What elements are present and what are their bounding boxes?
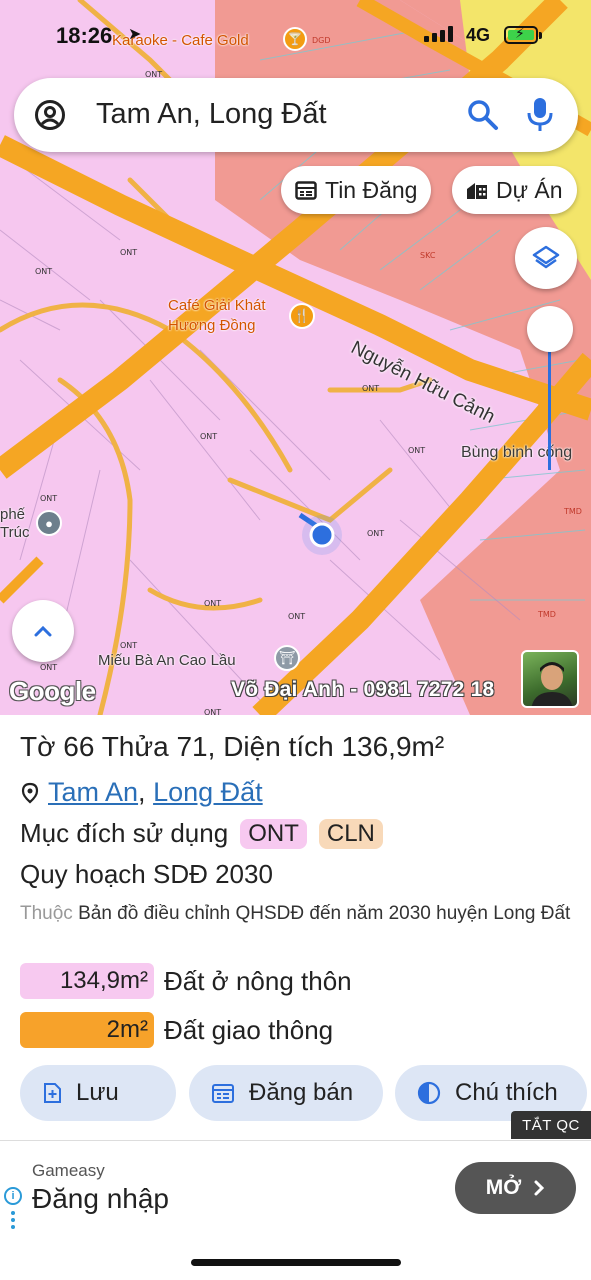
opacity-slider-handle[interactable] — [527, 306, 573, 352]
purpose-tag-ont[interactable]: ONT — [240, 818, 307, 849]
zone-code-ont: ONT — [40, 494, 58, 503]
zone-code-ont: ONT — [362, 384, 380, 393]
microphone-icon[interactable] — [525, 96, 555, 134]
area-label: Diện tích — [223, 731, 334, 762]
area-row-residential: 134,9m² Đất ở nông thôn — [20, 963, 352, 999]
avatar-image — [531, 662, 573, 706]
close-ad-button[interactable]: TẮT QC — [511, 1111, 591, 1139]
zone-code-ont: ONT — [40, 663, 58, 672]
avatar[interactable] — [521, 650, 579, 708]
status-bar: 18:26 ➤ 4G ⚡ — [0, 18, 591, 54]
ward-link[interactable]: Tam An — [48, 777, 138, 807]
post-sale-button-label: Đăng bán — [249, 1079, 354, 1106]
temple-icon[interactable]: ⛩ — [274, 645, 300, 671]
poi-cafe-line2[interactable]: Hương Đồng — [168, 317, 255, 335]
map-view[interactable]: ONT ONT ONT ONT ONT ONT ONT ONT ONT ONT … — [0, 0, 591, 715]
location-arrow-icon: ➤ — [128, 26, 142, 43]
ad-title: Đăng nhập — [32, 1183, 170, 1214]
area-label-residential: Đất ở nông thôn — [164, 965, 352, 996]
location-row: Tam An, Long Đất — [20, 777, 263, 808]
area-value-traffic: 2m² — [20, 1012, 154, 1048]
zone-code-tmd: TMD — [564, 507, 582, 516]
lot-label: Thửa — [101, 731, 169, 762]
poi-side-line1[interactable]: phế — [0, 506, 25, 524]
search-icon[interactable] — [466, 98, 500, 132]
chip-listings-label: Tin Đăng — [325, 176, 418, 203]
zone-code-skc: SKC — [420, 251, 436, 260]
location-pin-icon — [21, 782, 39, 803]
zone-code-ont: ONT — [120, 248, 138, 257]
chip-listings[interactable]: Tin Đăng — [281, 166, 432, 214]
purpose-tag-cln[interactable]: CLN — [318, 818, 383, 849]
chip-projects[interactable]: Dự Án — [452, 166, 577, 214]
zone-code-ont: ONT — [408, 446, 426, 455]
contrast-icon — [417, 1081, 441, 1105]
post-sale-button[interactable]: Đăng bán — [189, 1065, 383, 1121]
district-link[interactable]: Long Đất — [153, 777, 263, 807]
land-use-purpose: Mục đích sử dụng ONT CLN — [20, 818, 383, 849]
chip-projects-label: Dự Án — [496, 176, 563, 203]
ad-brand: Gameasy — [32, 1161, 105, 1180]
parcel-title: Tờ 66 Thửa 71, Diện tích 136,9m² — [20, 731, 444, 763]
purpose-label: Mục đích sử dụng — [20, 818, 229, 848]
zone-code-ont: ONT — [288, 612, 306, 621]
plan-title: Quy hoạch SDĐ 2030 — [20, 859, 273, 889]
search-bar[interactable]: Tam An, Long Đất — [14, 78, 578, 152]
ad-banner[interactable]: i Gameasy Đăng nhập MỞ — [0, 1140, 591, 1232]
search-input[interactable]: Tam An, Long Đất — [96, 98, 327, 131]
watermark-text: Võ Đại Anh - 0981 7272 18 — [231, 678, 495, 701]
poi-temple-label[interactable]: Miếu Bà An Cao Lầu — [98, 652, 236, 670]
ad-options-icon[interactable] — [11, 1211, 15, 1232]
place-pin-icon[interactable]: ● — [36, 510, 62, 536]
ad-open-button[interactable]: MỞ — [455, 1162, 576, 1214]
area-row-traffic: 2m² Đất giao thông — [20, 1012, 333, 1048]
location-separator: , — [138, 777, 146, 807]
calendar-list-icon — [295, 181, 317, 200]
plan-source: Thuộc Bản đồ điều chỉnh QHSDĐ đến năm 20… — [20, 899, 580, 928]
expand-up-button[interactable] — [12, 600, 74, 662]
plan-source-text: Bản đồ điều chỉnh QHSDĐ đến năm 2030 huy… — [78, 903, 571, 924]
google-logo: Google — [9, 676, 96, 706]
poi-roundabout-label[interactable]: Bùng binh cống — [461, 444, 572, 462]
save-button[interactable]: Lưu — [20, 1065, 176, 1121]
account-icon[interactable] — [34, 99, 66, 131]
zone-code-ont: ONT — [367, 529, 385, 538]
status-time: 18:26 — [56, 23, 113, 48]
network-type: 4G — [466, 25, 491, 45]
ad-open-label: MỞ — [485, 1176, 522, 1199]
area-value-residential: 134,9m² — [20, 963, 154, 999]
battery-icon: ⚡ — [504, 25, 538, 44]
layers-icon — [532, 245, 560, 269]
zone-code-ont: ONT — [204, 599, 222, 608]
layers-button[interactable] — [515, 227, 577, 289]
legend-button-label: Chú thích — [455, 1079, 558, 1106]
zone-code-ont: ONT — [204, 708, 222, 715]
parcel-info-panel: Tờ 66 Thửa 71, Diện tích 136,9m² Tam An,… — [0, 715, 591, 1145]
restaurant-icon[interactable]: 🍴 — [289, 303, 315, 329]
sheet-number: 66 — [63, 731, 95, 762]
ad-info-icon[interactable]: i — [4, 1187, 22, 1205]
sheet-label: Tờ — [20, 731, 56, 762]
chevron-right-icon — [534, 1180, 545, 1196]
zone-code-ont: ONT — [120, 641, 138, 650]
home-indicator[interactable] — [191, 1259, 401, 1266]
zone-code-ont: ONT — [200, 432, 218, 441]
zone-code-tmd: TMD — [538, 610, 556, 619]
chevron-up-icon — [34, 625, 52, 637]
poi-cafe-line1[interactable]: Café Giải Khát — [168, 297, 266, 315]
cellular-signal-icon — [424, 26, 453, 42]
battery-cap — [539, 32, 542, 39]
zone-code-ont: ONT — [35, 267, 53, 276]
calendar-icon — [212, 1084, 234, 1103]
plan-source-prefix: Thuộc — [20, 903, 73, 924]
area-value: 136,9m² — [341, 731, 445, 762]
save-file-icon — [44, 1083, 61, 1103]
poi-side-line2[interactable]: Trúc — [0, 524, 29, 542]
area-label-traffic: Đất giao thông — [164, 1014, 334, 1045]
buildings-icon — [467, 183, 487, 199]
save-button-label: Lưu — [76, 1079, 119, 1106]
lot-number: 71, — [176, 731, 216, 762]
